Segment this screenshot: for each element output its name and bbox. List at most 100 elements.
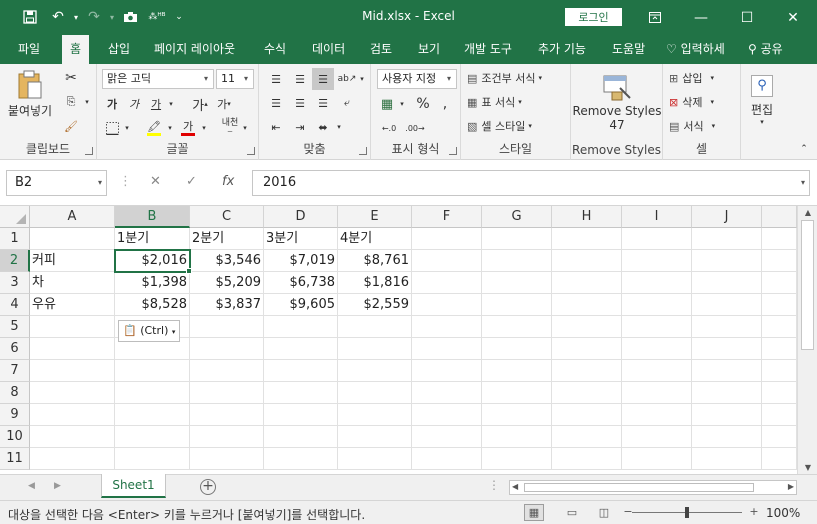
insert-function-button[interactable]: fx [222, 174, 234, 189]
scroll-up-icon[interactable]: ▲ [798, 208, 817, 217]
phonetic-icon[interactable]: 내천 ⎯ [219, 118, 241, 138]
cell-b4[interactable]: $8,528 [115, 294, 190, 316]
cell-b1[interactable]: 1분기 [115, 228, 190, 250]
normal-view-icon[interactable]: ▦ [524, 504, 544, 521]
zoom-level[interactable]: 100% [766, 506, 800, 520]
align-center-icon[interactable]: ☰ [289, 92, 311, 114]
cell-b3[interactable]: $1,398 [115, 272, 190, 294]
cell-d4[interactable]: $9,605 [264, 294, 338, 316]
tab-split-icon[interactable]: ⋮ [488, 478, 500, 492]
alignment-launcher-icon[interactable] [359, 147, 367, 155]
cell-c11[interactable] [190, 448, 264, 470]
tell-me-box[interactable]: ♡ 입력하세 [666, 35, 725, 64]
format-cells-button[interactable]: ▤ 서식 ▾ [669, 116, 715, 136]
fill-color-dropdown-icon[interactable]: ▾ [165, 118, 175, 138]
cell-g9[interactable] [482, 404, 552, 426]
row-header-7[interactable]: 7 [0, 360, 30, 382]
tab-formulas[interactable]: 수식 [256, 35, 294, 64]
delete-cells-button[interactable]: ⊠ 삭제 ▾ [669, 92, 714, 112]
expand-formula-bar-icon[interactable]: ▾ [801, 171, 805, 195]
login-button[interactable]: 로그인 [565, 8, 622, 26]
tab-view[interactable]: 보기 [410, 35, 448, 64]
cell-j5[interactable] [692, 316, 762, 338]
align-middle-icon[interactable]: ☰ [289, 68, 311, 90]
cell-h5[interactable] [552, 316, 622, 338]
align-bottom-icon[interactable]: ☰ [312, 68, 334, 90]
next-sheet-icon[interactable]: ▶ [54, 481, 61, 491]
bold-icon[interactable]: 가 [102, 94, 122, 114]
minimize-icon[interactable]: — [678, 0, 724, 35]
zoom-in-icon[interactable]: + [744, 504, 764, 521]
maximize-icon[interactable]: ☐ [724, 0, 770, 35]
remove-styles-button[interactable]: Remove Styles 47 [573, 68, 661, 138]
insert-cells-button[interactable]: ⊞ 삽입 ▾ [669, 68, 714, 88]
page-layout-view-icon[interactable]: ▭ [562, 504, 582, 521]
copy-dropdown-icon[interactable]: ▾ [82, 92, 92, 112]
cell-a5[interactable] [30, 316, 115, 338]
customize-qat-icon[interactable]: ⌄ [172, 6, 186, 28]
cell-c6[interactable] [190, 338, 264, 360]
cell-b11[interactable] [115, 448, 190, 470]
cell-e9[interactable] [338, 404, 412, 426]
cell-g6[interactable] [482, 338, 552, 360]
cell-f7[interactable] [412, 360, 482, 382]
cell-g1[interactable] [482, 228, 552, 250]
redo-dropdown-icon[interactable]: ▾ [106, 6, 118, 28]
cell-h6[interactable] [552, 338, 622, 360]
italic-icon[interactable]: 가 [124, 94, 144, 114]
cell-i1[interactable] [622, 228, 692, 250]
border-dropdown-icon[interactable]: ▾ [122, 118, 132, 138]
cell-f1[interactable] [412, 228, 482, 250]
cell-j4[interactable] [692, 294, 762, 316]
tab-review[interactable]: 검토 [362, 35, 400, 64]
cell-d3[interactable]: $6,738 [264, 272, 338, 294]
cell-f5[interactable] [412, 316, 482, 338]
collapse-ribbon-icon[interactable]: ⌃ [796, 142, 812, 156]
fill-handle[interactable] [186, 268, 192, 274]
cell-h8[interactable] [552, 382, 622, 404]
row-header-10[interactable]: 10 [0, 426, 30, 448]
close-icon[interactable]: ✕ [770, 0, 816, 35]
row-header-8[interactable]: 8 [0, 382, 30, 404]
save-icon[interactable] [18, 6, 42, 28]
fill-color-icon[interactable]: 🖍 [143, 118, 165, 138]
cell-c4[interactable]: $3,837 [190, 294, 264, 316]
cell-g7[interactable] [482, 360, 552, 382]
scroll-down-icon[interactable]: ▼ [798, 463, 817, 472]
font-color-icon[interactable]: 가 [177, 118, 199, 138]
cell-f10[interactable] [412, 426, 482, 448]
number-format-combo[interactable]: 사용자 지정 ▾ [377, 69, 457, 89]
row-header-3[interactable]: 3 [0, 272, 30, 294]
cell-i9[interactable] [622, 404, 692, 426]
cell-c3[interactable]: $5,209 [190, 272, 264, 294]
comma-style-icon[interactable]: , [435, 94, 455, 114]
cell-i3[interactable] [622, 272, 692, 294]
cell-c8[interactable] [190, 382, 264, 404]
cell-c2[interactable]: $3,546 [190, 250, 264, 272]
cell-e2[interactable]: $8,761 [338, 250, 412, 272]
conditional-formatting-button[interactable]: ▤ 조건부 서식 ▾ [467, 68, 542, 88]
column-header-d[interactable]: D [264, 206, 338, 228]
column-header-c[interactable]: C [190, 206, 264, 228]
formula-input[interactable]: 2016 ▾ [252, 170, 810, 196]
cell-h2[interactable] [552, 250, 622, 272]
tab-insert[interactable]: 삽입 [100, 35, 138, 64]
cell-f6[interactable] [412, 338, 482, 360]
cell-a4[interactable]: 우유 [30, 294, 115, 316]
cell-a7[interactable] [30, 360, 115, 382]
zoom-slider-knob[interactable] [685, 507, 689, 518]
increase-indent-icon[interactable]: ⇥ [289, 116, 311, 138]
cell-a6[interactable] [30, 338, 115, 360]
wrap-text-icon[interactable]: ⤶ [337, 92, 357, 114]
cell-a10[interactable] [30, 426, 115, 448]
custom-qat-button[interactable]: ⁂ᴴᴮ [142, 6, 172, 28]
cell-g2[interactable] [482, 250, 552, 272]
cell-j11[interactable] [692, 448, 762, 470]
percent-icon[interactable]: % [413, 94, 433, 114]
sheet-tab-sheet1[interactable]: Sheet1 [101, 474, 166, 498]
cell-h11[interactable] [552, 448, 622, 470]
row-header-5[interactable]: 5 [0, 316, 30, 338]
cell-b8[interactable] [115, 382, 190, 404]
editing-button[interactable]: ⚲ 편집 ▾ [745, 68, 779, 132]
cell-b10[interactable] [115, 426, 190, 448]
